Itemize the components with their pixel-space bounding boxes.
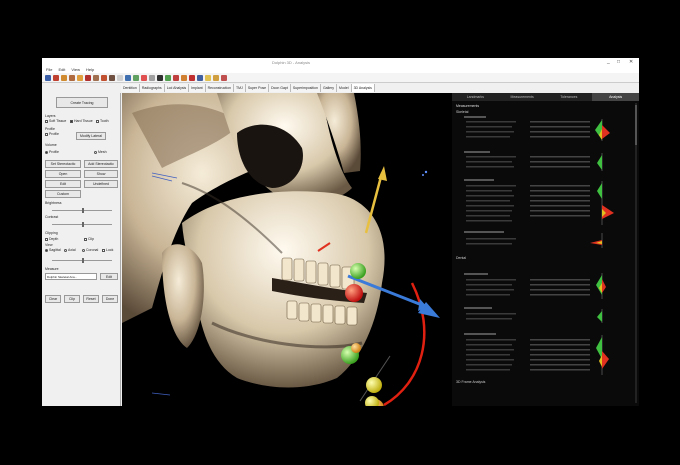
left-panel: Create Tracing Layers Soft Tissue Hard T… [42, 93, 121, 406]
view-lock[interactable]: Lock [102, 248, 113, 252]
menu-file[interactable]: File [46, 66, 52, 73]
toolbar-tool-icon[interactable] [53, 74, 59, 81]
clip-slider[interactable] [52, 258, 112, 263]
tab-3d-analysis[interactable]: 3D Analysis [351, 84, 375, 92]
profile-label: Profile [45, 127, 55, 131]
layer-tooth[interactable]: Tooth [96, 119, 109, 123]
toolbar-tool-icon[interactable] [77, 74, 83, 81]
menu-bar: File Edit View Help [42, 66, 639, 73]
clip-checkbox[interactable]: Clip [84, 237, 94, 241]
tab-gallery[interactable]: Gallery [320, 84, 338, 92]
volume-mesh-radio[interactable]: Mesh [94, 150, 107, 154]
clip-button[interactable]: Clip [64, 295, 80, 303]
toolbar-tool-icon[interactable] [93, 74, 99, 81]
view-coronal[interactable]: Coronal [82, 248, 98, 252]
toolbar-tool-icon[interactable] [141, 74, 147, 81]
close-button[interactable]: ✕ [629, 59, 633, 65]
custom-button[interactable]: Custom [45, 190, 81, 198]
view-sagittal[interactable]: Sagittal [45, 248, 61, 252]
toolbar-tool-icon[interactable] [189, 74, 195, 81]
toolbar-tool-icon[interactable] [101, 74, 107, 81]
set-stereotactic-button[interactable]: Set Stereotactic [45, 160, 81, 168]
menu-help[interactable]: Help [86, 66, 94, 73]
toolbar-tool-icon[interactable] [157, 74, 163, 81]
tab-reconstruction[interactable]: Reconstruction [205, 84, 234, 92]
tab-superimposition[interactable]: Superimposition [290, 84, 321, 92]
show-button[interactable]: Show [84, 170, 118, 178]
volume-label: Volume [45, 143, 57, 147]
tab-tmj[interactable]: TMJ [234, 84, 246, 92]
tab-ceph-analysis[interactable]: Lcd Ahalysis [164, 84, 190, 92]
toolbar-tool-icon[interactable] [165, 74, 171, 81]
toolbar-tool-icon[interactable] [61, 74, 67, 81]
title-bar: Dolphin 3D - Analysis _ □ ✕ [42, 58, 639, 66]
depth-checkbox[interactable]: Depth [45, 237, 58, 241]
toolbar-tool-icon[interactable] [117, 74, 123, 81]
toolbar-tool-icon[interactable] [181, 74, 187, 81]
maximize-button[interactable]: □ [617, 59, 620, 65]
brightness-label: Brightness [45, 201, 62, 205]
volume-profile-radio[interactable]: Profile [45, 150, 59, 154]
toolbar-tool-icon[interactable] [133, 74, 139, 81]
toolbar-tool-icon[interactable] [221, 74, 227, 81]
menu-edit[interactable]: Edit [58, 66, 65, 73]
tab-super-pose[interactable]: Super Pose [245, 84, 270, 92]
toolbar-tool-icon[interactable] [125, 74, 131, 81]
reset-button[interactable]: Reset [83, 295, 99, 303]
view-label: View [45, 243, 53, 247]
toolbar-tool-icon[interactable] [205, 74, 211, 81]
brightness-slider[interactable] [52, 208, 112, 213]
measure-edit-button[interactable]: Edit [100, 273, 118, 280]
measure-label: Measure [45, 267, 59, 271]
profile-checkbox[interactable]: Profile [45, 132, 59, 136]
contrast-label: Contrast [45, 215, 59, 219]
create-tracing-button[interactable]: Create Tracing [56, 97, 108, 108]
view-axial[interactable]: Axial [64, 248, 76, 252]
edit-button[interactable]: Edit [45, 180, 81, 188]
add-stereotactic-button[interactable]: Add Stereotactic [84, 160, 118, 168]
undefined-button[interactable]: Undefined [84, 180, 118, 188]
clear-button[interactable]: Clear [45, 295, 61, 303]
modify-lateral-button[interactable]: Modify Lateral [76, 132, 106, 140]
toolbar-tool-icon[interactable] [109, 74, 115, 81]
menu-view[interactable]: View [71, 66, 80, 73]
layers-label: Layers [45, 114, 56, 118]
minimize-button[interactable]: _ [607, 59, 610, 65]
done-button[interactable]: Done [102, 295, 118, 303]
layer-soft-tissue[interactable]: Soft Tissue [45, 119, 66, 123]
tab-dentition[interactable]: Dentition [121, 84, 140, 92]
layer-hard-tissue[interactable]: Hard Tissue [70, 119, 93, 123]
open-button[interactable]: Open [45, 170, 81, 178]
toolbar-tool-icon[interactable] [149, 74, 155, 81]
module-tabs: Dentition Radiographs Lcd Ahalysis Impla… [121, 84, 375, 92]
window-title: Dolphin 3D - Analysis [272, 60, 311, 65]
toolbar-tool-icon[interactable] [173, 74, 179, 81]
analysis-select[interactable]: Dolphin Skeletal Ana... [45, 273, 97, 280]
clipping-label: Clipping [45, 231, 58, 235]
analysis-table-graphics [464, 103, 637, 403]
contrast-slider[interactable] [52, 222, 112, 227]
skull-render [122, 93, 440, 406]
app-window: Dolphin 3D - Analysis _ □ ✕ File Edit Vi… [42, 58, 639, 406]
analysis-panel: Landmarks Measurements Tolerances Analys… [452, 93, 639, 406]
toolbar-tool-icon[interactable] [69, 74, 75, 81]
toolbar-tool-icon[interactable] [197, 74, 203, 81]
tab-dcon-gapt[interactable]: Dcon Gapt [269, 84, 291, 92]
toolbar-tool-icon[interactable] [45, 74, 51, 81]
toolbar-tool-icon[interactable] [213, 74, 219, 81]
tab-implant[interactable]: Implant [189, 84, 206, 92]
3d-viewport[interactable] [122, 93, 452, 406]
toolbar [42, 73, 639, 83]
toolbar-tool-icon[interactable] [85, 74, 91, 81]
tab-radiographs[interactable]: Radiographs [139, 84, 165, 92]
tab-model[interactable]: Model [337, 84, 352, 92]
